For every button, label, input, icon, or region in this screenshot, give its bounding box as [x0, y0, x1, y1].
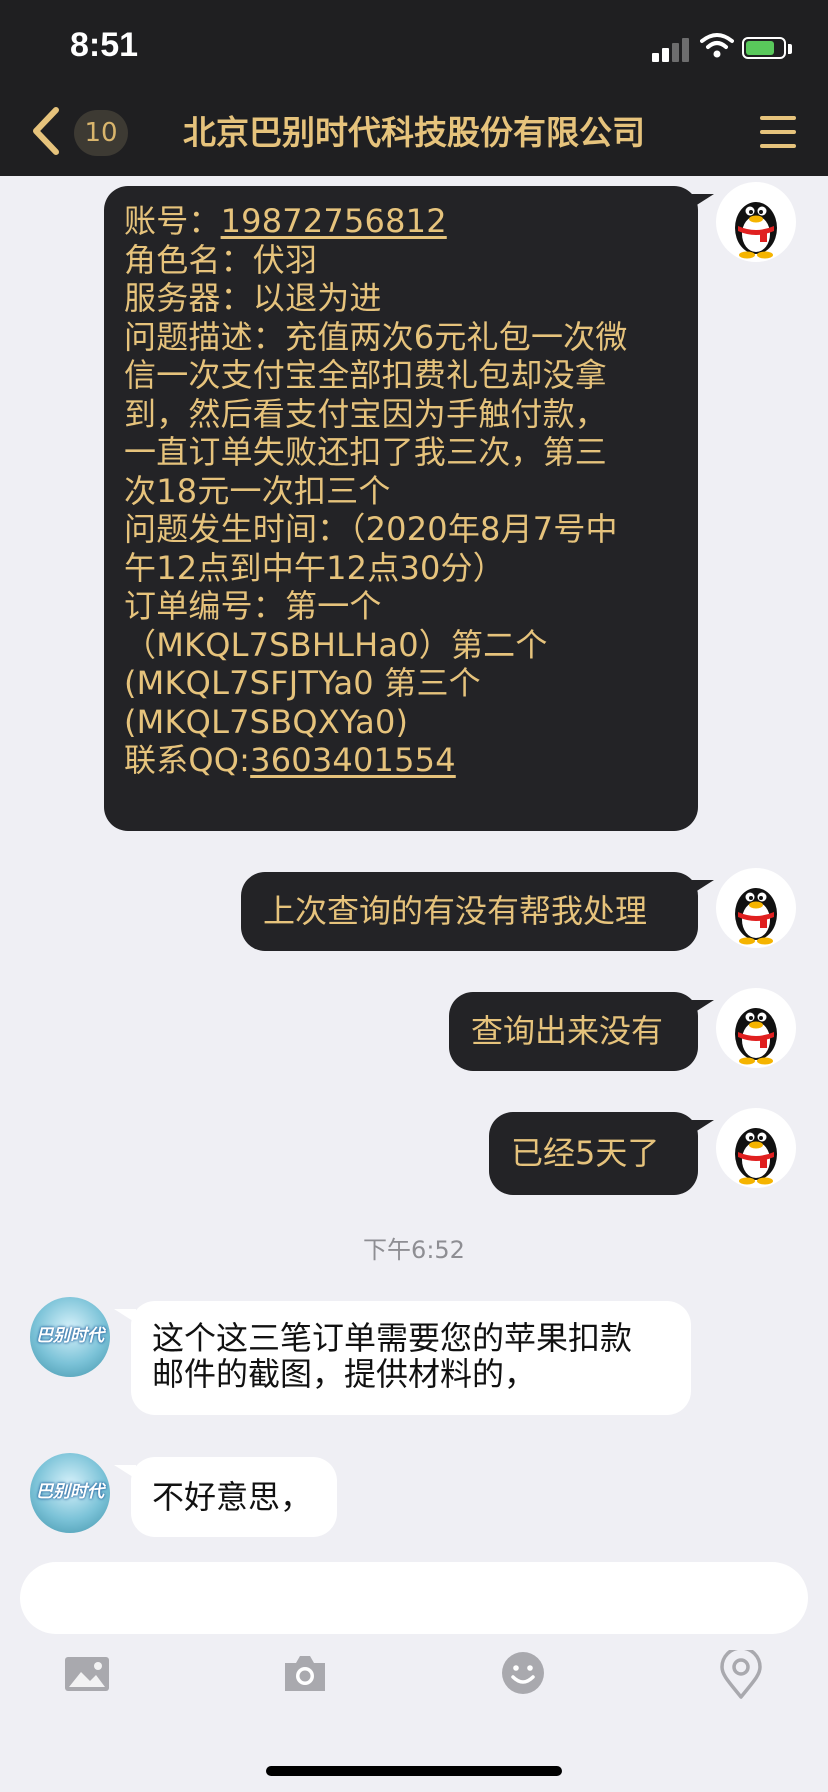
message-line: 这个这三笔订单需要您的苹果扣款 [152, 1319, 633, 1357]
message-line: 联系QQ:3603401554 [124, 741, 456, 779]
message-line: 午12点到中午12点30分） [124, 548, 505, 587]
hamburger-menu-icon[interactable] [760, 116, 796, 148]
service-logo: 巴别时代 [36, 1326, 104, 1346]
battery-tip [788, 44, 792, 54]
penguin-icon [735, 1008, 777, 1065]
outgoing-message-bubble[interactable]: 上次查询的有没有帮我处理 [241, 872, 698, 951]
outgoing-message-bubble[interactable]: 已经5天了 [489, 1112, 698, 1195]
message-line: 角色名：伏羽 [124, 240, 318, 279]
bubble-tail [692, 194, 714, 208]
message-line: 一直订单失败还扣了我三次，第三 [124, 433, 608, 471]
image-icon[interactable] [64, 1650, 110, 1696]
penguin-icon [735, 1128, 777, 1185]
qq-number-link[interactable]: 3603401554 [250, 741, 456, 779]
account-number-link[interactable]: 19872756812 [221, 202, 447, 240]
user-avatar[interactable] [716, 868, 796, 948]
message-timestamp: 下午6:52 [363, 1236, 465, 1264]
message-line: (MKQL7SBQXYa0) [124, 702, 409, 741]
outgoing-message-bubble[interactable]: 查询出来没有 [449, 992, 698, 1071]
message-text: 上次查询的有没有帮我处理 [263, 892, 648, 930]
bubble-tail [692, 1000, 714, 1014]
message-text: 不好意思， [152, 1478, 313, 1516]
message-line: 订单编号：第一个 [124, 587, 382, 625]
unread-count-badge[interactable]: 10 [74, 110, 128, 156]
battery-icon [742, 37, 786, 59]
message-line: 账号：19872756812 [124, 202, 447, 240]
incoming-message-bubble[interactable]: 不好意思， [131, 1457, 337, 1537]
user-avatar[interactable] [716, 182, 796, 262]
outgoing-message-bubble[interactable]: 账号：19872756812 角色名：伏羽 服务器：以退为进 问题描述：充值两次… [104, 186, 698, 831]
status-time: 8:51 [70, 26, 139, 64]
message-input[interactable] [20, 1562, 808, 1634]
user-avatar[interactable] [716, 1108, 796, 1188]
chevron-left-icon[interactable] [30, 106, 62, 156]
message-line: 到，然后看支付宝因为手触付款， [124, 394, 608, 433]
penguin-icon [735, 888, 777, 945]
wifi-icon [700, 33, 734, 58]
message-line: 邮件的截图，提供材料的， [152, 1355, 537, 1393]
message-line: 服务器：以退为进 [124, 279, 382, 317]
incoming-message-bubble[interactable]: 这个这三笔订单需要您的苹果扣款 邮件的截图，提供材料的， [131, 1301, 691, 1415]
message-text: 查询出来没有 [471, 1012, 664, 1050]
message-line: （MKQL7SBHLHa0）第二个 [124, 625, 548, 664]
user-avatar[interactable] [716, 988, 796, 1068]
message-line: (MKQL7SFJTYa0 第三个 [124, 664, 481, 702]
cellular-signal-icon [652, 36, 694, 62]
chat-title: 北京巴别时代科技股份有限公司 [183, 113, 645, 152]
bubble-tail [692, 880, 714, 894]
top-bar: 8:51 10 北京巴别时代科技股份有限公司 [0, 0, 828, 176]
location-icon[interactable] [718, 1650, 764, 1700]
message-line: 次18元一次扣三个 [124, 471, 391, 510]
penguin-icon [735, 202, 777, 259]
service-logo: 巴别时代 [36, 1482, 104, 1502]
message-line: 问题描述：充值两次6元礼包一次微 [124, 317, 628, 356]
home-indicator [266, 1766, 562, 1776]
message-line: 信一次支付宝全部扣费礼包却没拿 [124, 356, 608, 394]
emoji-icon[interactable] [500, 1650, 546, 1696]
message-line: 问题发生时间：（2020年8月7号中 [124, 510, 618, 548]
service-avatar[interactable]: 巴别时代 [30, 1297, 110, 1377]
message-text: 已经5天了 [511, 1134, 660, 1172]
bubble-tail [692, 1120, 714, 1134]
service-avatar[interactable]: 巴别时代 [30, 1453, 110, 1533]
camera-icon[interactable] [282, 1650, 328, 1696]
